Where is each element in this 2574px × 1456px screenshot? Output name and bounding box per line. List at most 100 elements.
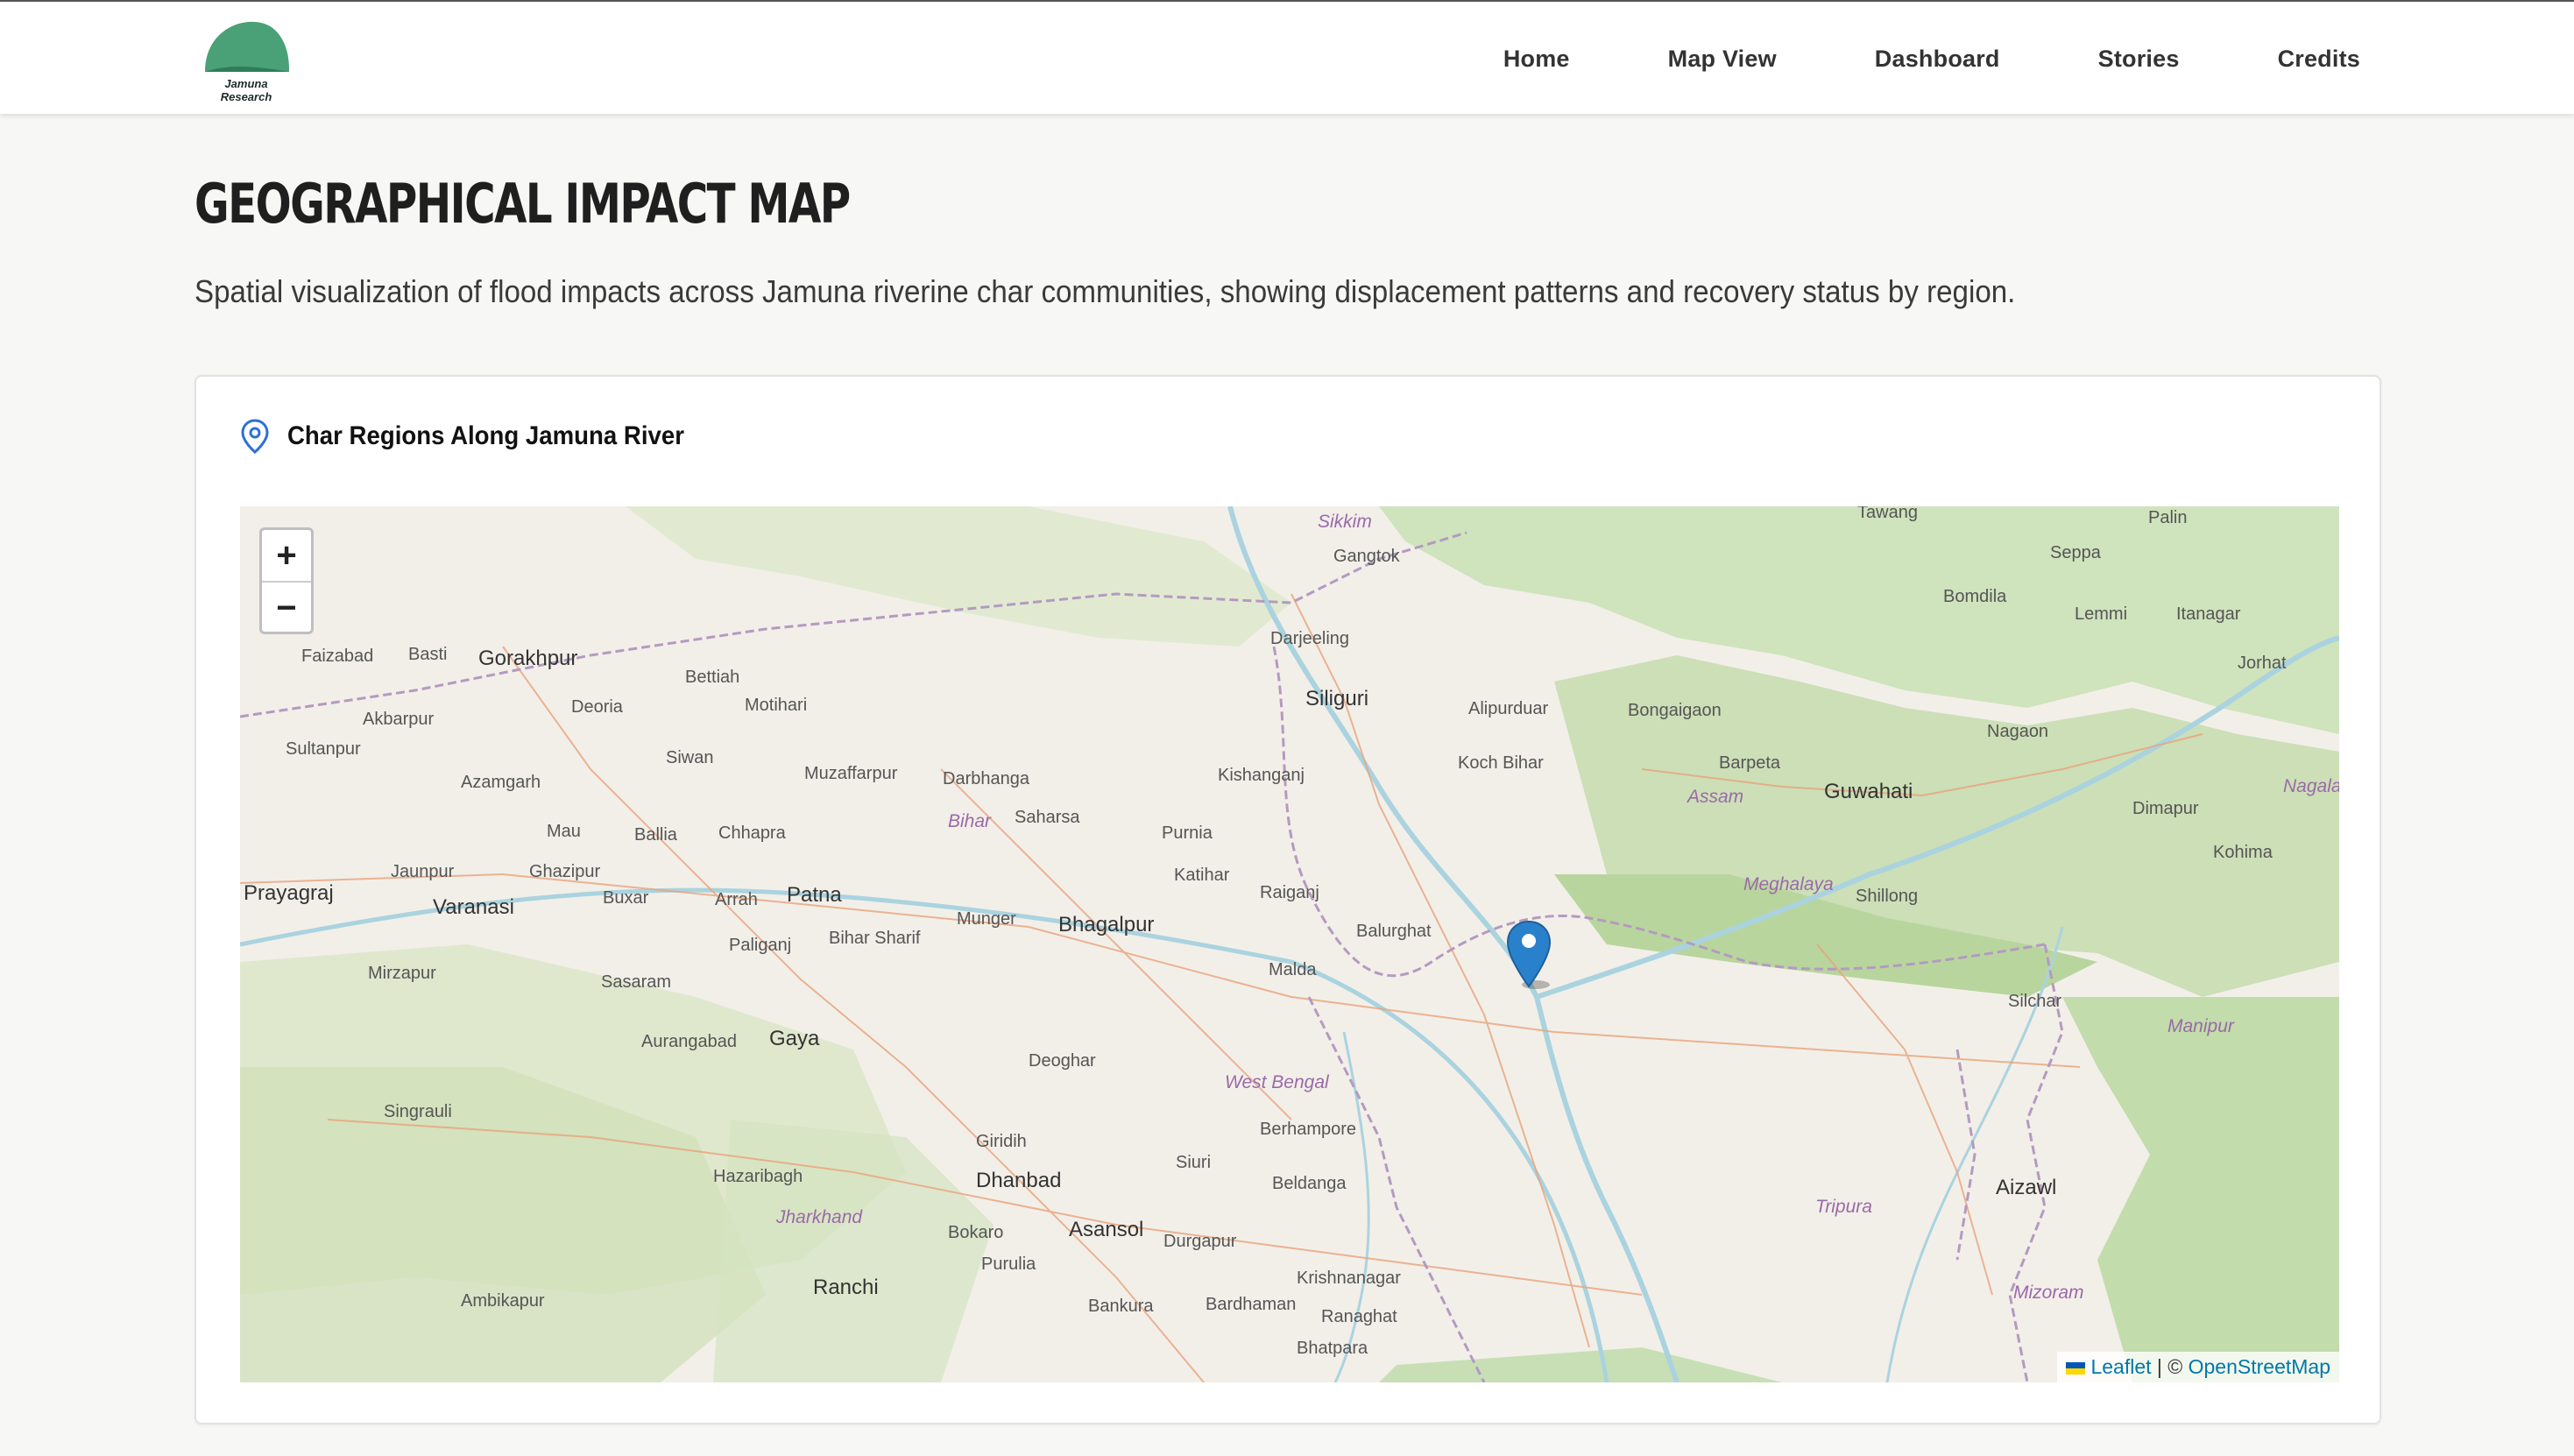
map-label: Raiganj	[1260, 883, 1319, 902]
page-title: Geographical Impact Map	[194, 172, 851, 236]
map-label: Deoria	[571, 697, 623, 717]
map-label: Aizawl	[1996, 1176, 2057, 1199]
map-label: Palin	[2148, 508, 2188, 527]
main-nav: Home Map View Dashboard Stories Credits	[1503, 2, 2360, 116]
map-label: Buxar	[603, 888, 649, 908]
map-label: Bihar Sharif	[829, 929, 921, 948]
map-label: Sultanpur	[286, 739, 361, 759]
map-label: Prayagraj	[244, 881, 334, 905]
zoom-control: + −	[259, 527, 314, 634]
map-label: Seppa	[2050, 543, 2101, 562]
map-label: Purulia	[981, 1255, 1036, 1274]
map-label: Giridih	[976, 1132, 1027, 1151]
top-navbar: Jamuna Research Home Map View Dashboard …	[0, 0, 2574, 114]
osm-link[interactable]: OpenStreetMap	[2189, 1355, 2330, 1378]
map-label: Patna	[787, 883, 842, 907]
map-label: Mizoram	[2013, 1283, 2084, 1303]
map-label: Katihar	[1174, 866, 1230, 885]
nav-credits[interactable]: Credits	[2278, 46, 2360, 73]
map-label: Dimapur	[2132, 799, 2199, 818]
map-label: Gangtok	[1333, 547, 1400, 566]
nav-map-view[interactable]: Map View	[1668, 46, 1777, 73]
map-label: Kohima	[2213, 843, 2273, 862]
map-label: Koch Bihar	[1458, 753, 1544, 773]
map-label: Krishnanagar	[1297, 1269, 1401, 1288]
map-label: Aurangabad	[641, 1032, 737, 1051]
map-label: Arrah	[715, 890, 758, 909]
map-label: Malda	[1269, 960, 1317, 979]
map-label: Jharkhand	[776, 1207, 863, 1227]
map-label: Bomdila	[1943, 587, 2007, 606]
map-label: Bankura	[1088, 1297, 1154, 1316]
map-card: Char Regions Along Jamuna River Gorakhpu…	[194, 375, 2381, 1424]
map-label: Bongaigaon	[1628, 701, 1722, 720]
map-label: Asansol	[1069, 1218, 1144, 1241]
map-label: Mau	[547, 822, 581, 841]
map-attribution: Leaflet | © OpenStreetMap	[2057, 1352, 2339, 1382]
map-label: Sikkim	[1318, 512, 1372, 532]
map-label: Tawang	[1857, 506, 1918, 522]
map-label: Varanasi	[433, 895, 514, 919]
map-label: Gorakhpur	[478, 647, 578, 670]
map-label: Bhagalpur	[1058, 913, 1155, 937]
map-label: Bokaro	[948, 1223, 1004, 1242]
nav-dashboard[interactable]: Dashboard	[1875, 46, 2000, 73]
map-label: Nagala	[2283, 776, 2339, 796]
map-label: Barpeta	[1719, 753, 1781, 773]
leaflet-map[interactable]: Gorakhpur Faizabad Basti Akbarpur Sultan…	[240, 506, 2339, 1382]
map-label: Deoghar	[1029, 1051, 1096, 1071]
map-label: Silchar	[2008, 992, 2062, 1011]
map-label: Balurghat	[1356, 922, 1432, 941]
map-label: Tripura	[1815, 1197, 1872, 1217]
map-label: Darjeeling	[1270, 629, 1350, 648]
map-label: Bihar	[948, 811, 992, 831]
map-label: Beldanga	[1272, 1174, 1347, 1193]
map-label: Jorhat	[2238, 654, 2287, 673]
map-label: Ambikapur	[461, 1291, 545, 1311]
nav-home[interactable]: Home	[1503, 46, 1570, 73]
map-label: Siwan	[666, 748, 714, 767]
map-label: Dhanbad	[976, 1169, 1062, 1192]
map-label: Ranaghat	[1321, 1307, 1397, 1326]
map-label: Muzaffarpur	[804, 764, 898, 783]
map-label: Nagaon	[1987, 722, 2049, 741]
map-label: Hazaribagh	[713, 1167, 803, 1186]
logo[interactable]: Jamuna Research	[198, 14, 294, 103]
map-label: Assam	[1687, 787, 1744, 807]
card-title: Char Regions Along Jamuna River	[287, 421, 684, 450]
map-label: Ballia	[634, 825, 677, 845]
map-label: Ghazipur	[529, 862, 601, 881]
map-label: Berhampore	[1260, 1120, 1357, 1139]
map-label: Bhatpara	[1297, 1339, 1368, 1358]
leaflet-link[interactable]: Leaflet	[2090, 1355, 2151, 1378]
logo-text: Jamuna Research	[220, 77, 272, 103]
map-label: Paliganj	[729, 936, 792, 955]
map-label: Bettiah	[685, 668, 740, 687]
map-label: Meghalaya	[1743, 874, 1834, 894]
map-label: Lemmi	[2075, 604, 2128, 624]
map-label: Siliguri	[1305, 687, 1369, 710]
map-label: Siuri	[1176, 1153, 1212, 1172]
map-label: Guwahati	[1824, 780, 1913, 803]
map-label: Alipurduar	[1468, 699, 1549, 718]
logo-mark	[205, 21, 289, 72]
map-label: Manipur	[2167, 1016, 2234, 1036]
map-label: Bardhaman	[1206, 1295, 1297, 1314]
map-label: Faizabad	[301, 647, 374, 666]
zoom-out-button[interactable]: −	[262, 581, 311, 633]
map-label: Purnia	[1162, 823, 1213, 843]
location-marker-icon[interactable]	[1506, 920, 1552, 990]
page-description: Spatial visualization of flood impacts a…	[194, 273, 2016, 309]
map-label: Motihari	[745, 696, 808, 715]
map-label: Basti	[408, 645, 448, 664]
zoom-in-button[interactable]: +	[262, 530, 311, 581]
card-header: Char Regions Along Jamuna River	[240, 419, 718, 454]
map-label: Mirzapur	[368, 964, 436, 983]
map-label: Chhapra	[718, 823, 786, 843]
nav-stories[interactable]: Stories	[2098, 46, 2180, 73]
map-label: West Bengal	[1225, 1072, 1329, 1092]
map-label: Munger	[957, 909, 1016, 929]
attribution-separator: | ©	[2151, 1355, 2189, 1378]
map-label: Singrauli	[384, 1102, 452, 1121]
map-label: Durgapur	[1163, 1232, 1237, 1251]
